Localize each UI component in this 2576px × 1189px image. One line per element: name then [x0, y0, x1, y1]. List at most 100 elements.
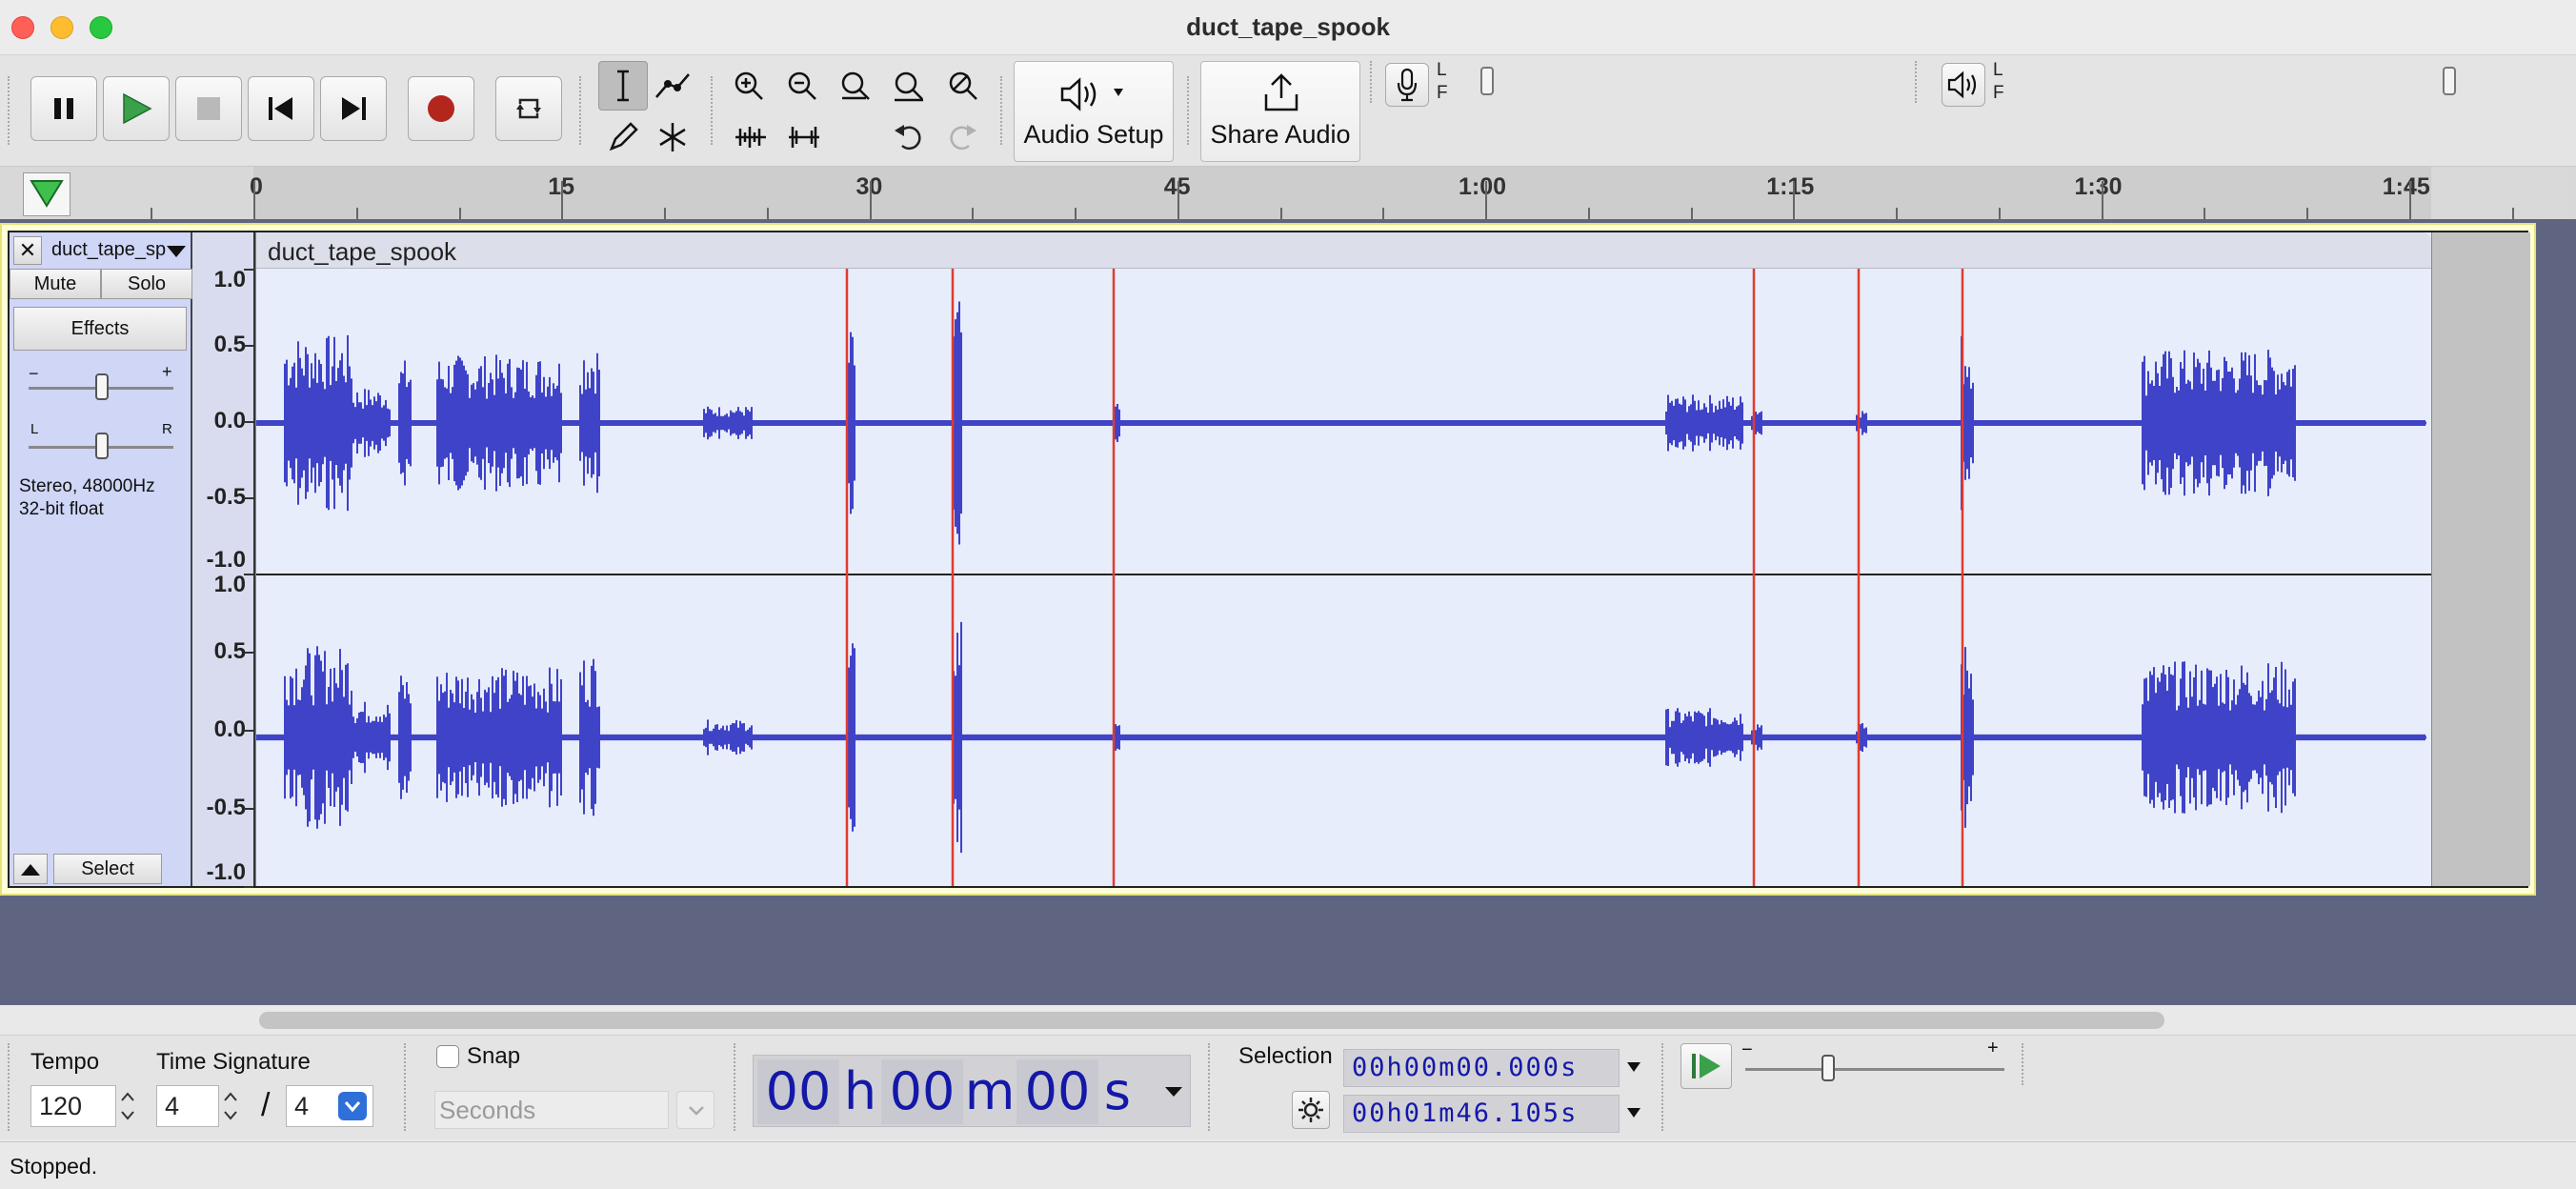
toolbar-grip[interactable]: [1187, 76, 1193, 145]
trim-icon: [735, 127, 766, 148]
ruler-label: 1:15: [1766, 173, 1815, 200]
waveform[interactable]: [256, 269, 2432, 886]
ruler-label: 1:30: [2074, 173, 2123, 200]
toolbar-grip[interactable]: [1370, 61, 1376, 103]
solo-button[interactable]: Solo: [101, 269, 192, 299]
time-format-dropdown-icon[interactable]: [1163, 1084, 1184, 1099]
record-meter-channel-top: L: [1437, 60, 1447, 80]
record-meter-button[interactable]: [1385, 63, 1429, 107]
toolbar-grip[interactable]: [579, 76, 585, 145]
track-name-menu[interactable]: duct_tape_sp: [48, 236, 191, 265]
toolbar-grip[interactable]: [734, 1043, 739, 1131]
track-control-panel: ✕ duct_tape_sp Mute Solo Effects − + L R…: [10, 232, 192, 886]
toolbar-grip[interactable]: [711, 76, 716, 145]
snap-unit-select[interactable]: Seconds: [434, 1091, 669, 1129]
zoom-toggle-button[interactable]: [937, 61, 987, 111]
timeline-options-button[interactable]: [23, 172, 70, 216]
playback-level-slider[interactable]: [2443, 67, 2456, 95]
zoom-out-button[interactable]: [777, 61, 827, 111]
toolbar-grip[interactable]: [1661, 1043, 1667, 1131]
amplitude-tick: [244, 730, 253, 732]
speed-minus-label: −: [1741, 1039, 1753, 1060]
toolbar-grip[interactable]: [1915, 61, 1921, 103]
fit-selection-button[interactable]: [831, 61, 880, 111]
trim-audio-button[interactable]: [726, 112, 775, 162]
amplitude-label: -0.5: [206, 795, 246, 820]
ruler-tick: [1690, 208, 1693, 219]
audio-clip[interactable]: duct_tape_spook: [255, 232, 2432, 886]
zoom-in-button[interactable]: [724, 61, 774, 111]
ruler-tick: [2408, 181, 2411, 219]
mute-button[interactable]: Mute: [10, 269, 101, 299]
clip-title-bar[interactable]: duct_tape_spook: [256, 232, 2432, 269]
selection-end-format-dropdown-icon[interactable]: [1625, 1106, 1642, 1119]
play-at-speed-button[interactable]: [1680, 1043, 1732, 1089]
audio-setup-button[interactable]: Audio Setup: [1014, 61, 1174, 162]
toolbar-grip[interactable]: [1208, 1043, 1214, 1131]
speed-plus-label: +: [1987, 1038, 1999, 1058]
track[interactable]: ✕ duct_tape_sp Mute Solo Effects − + L R…: [8, 231, 2530, 888]
selection-end-time[interactable]: 00h01m46.105s: [1343, 1095, 1620, 1133]
toolbar-grip[interactable]: [2022, 1043, 2027, 1085]
window-title: duct_tape_spook: [1186, 12, 1390, 41]
time-signature-denominator[interactable]: 4: [286, 1085, 373, 1127]
ruler-tick: [1896, 208, 1898, 219]
selection-tool[interactable]: [598, 61, 648, 111]
speaker-icon: [1947, 71, 1977, 99]
toolbar-grip[interactable]: [404, 1043, 410, 1131]
playback-speed-slider[interactable]: [1821, 1055, 1835, 1081]
tempo-input[interactable]: 120: [30, 1085, 116, 1127]
time-seconds-unit: s: [1103, 1061, 1132, 1121]
toolbar-grip[interactable]: [1000, 76, 1006, 145]
share-audio-button[interactable]: Share Audio: [1200, 61, 1360, 162]
gain-minus-label: −: [29, 364, 39, 383]
tempo-stepper[interactable]: [118, 1085, 137, 1127]
speaker-dropdown-icon: [1060, 77, 1123, 111]
draw-tool[interactable]: [598, 112, 648, 162]
pan-slider[interactable]: [95, 433, 109, 459]
time-signature-numerator[interactable]: 4: [156, 1085, 219, 1127]
loop-button[interactable]: [495, 76, 562, 141]
timeline-ruler[interactable]: 01530451:001:151:301:45: [0, 166, 2576, 220]
record-level-slider[interactable]: [1480, 67, 1494, 95]
stepper-arrows-icon: [121, 1092, 134, 1120]
chevron-down-icon: [689, 1106, 704, 1116]
play-button[interactable]: [103, 76, 170, 141]
track-close-button[interactable]: ✕: [13, 236, 42, 265]
time-signature-numerator-stepper[interactable]: [221, 1085, 240, 1127]
skip-to-start-button[interactable]: [248, 76, 314, 141]
undo-button[interactable]: [884, 112, 934, 162]
snap-unit-dropdown-button[interactable]: [676, 1091, 714, 1129]
horizontal-scrollbar[interactable]: [259, 1012, 2164, 1029]
selection-settings-button[interactable]: [1292, 1091, 1330, 1129]
triangle-up-icon: [21, 864, 40, 876]
denominator-dropdown-button[interactable]: [338, 1092, 367, 1120]
record-button[interactable]: [408, 76, 474, 141]
pause-button[interactable]: [30, 76, 97, 141]
selection-start-format-dropdown-icon[interactable]: [1625, 1060, 1642, 1074]
fit-project-button[interactable]: [884, 61, 934, 111]
play-meter-button[interactable]: [1942, 63, 1985, 107]
toolbar-grip[interactable]: [8, 1043, 13, 1131]
share-audio-label: Share Audio: [1210, 120, 1351, 149]
gain-slider[interactable]: [95, 373, 109, 400]
snap-checkbox[interactable]: [436, 1045, 459, 1068]
skip-to-end-button[interactable]: [320, 76, 387, 141]
envelope-tool[interactable]: [648, 61, 697, 111]
effects-button[interactable]: Effects: [13, 307, 187, 351]
time-hours-unit: h: [843, 1061, 877, 1121]
toolbar-grip[interactable]: [8, 76, 13, 145]
time-display[interactable]: 00 h 00 m 00 s: [753, 1055, 1191, 1127]
ruler-tick: [1382, 208, 1385, 219]
multi-tool[interactable]: [648, 112, 697, 162]
selection-start-time[interactable]: 00h00m00.000s: [1343, 1049, 1620, 1087]
collapse-track-button[interactable]: [13, 854, 48, 884]
ruler-tick: [151, 208, 153, 219]
amplitude-label: 0.0: [213, 716, 246, 742]
redo-button[interactable]: [937, 112, 987, 162]
stop-button[interactable]: [175, 76, 242, 141]
select-track-button[interactable]: Select: [53, 854, 162, 884]
ruler-tick: [869, 181, 872, 219]
silence-audio-button[interactable]: [779, 112, 829, 162]
zoom-in-icon: [735, 71, 763, 100]
